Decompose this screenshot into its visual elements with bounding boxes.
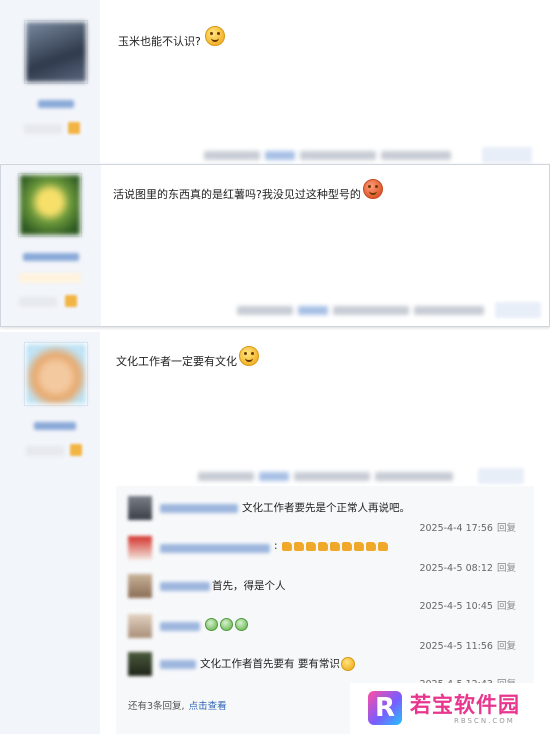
thumbs-up-icon bbox=[365, 541, 376, 551]
username[interactable] bbox=[23, 253, 79, 261]
avatar[interactable] bbox=[18, 173, 82, 237]
sub-reply-meta: 2025-4-4 17:56 回复 bbox=[419, 523, 516, 534]
level-label bbox=[26, 446, 64, 456]
username[interactable] bbox=[160, 544, 270, 553]
username[interactable] bbox=[160, 660, 196, 669]
thumbs-up-icon bbox=[305, 541, 316, 551]
sub-reply-button[interactable]: 回复 bbox=[497, 523, 516, 534]
post-content: 活说图里的东西真的是红薯吗?我没见过这种型号的 bbox=[101, 165, 549, 326]
more-replies: 还有3条回复, 点击查看 bbox=[128, 701, 227, 712]
level-badge-icon bbox=[70, 444, 82, 456]
reply-button[interactable] bbox=[482, 147, 532, 163]
thumbs-up-icon bbox=[293, 541, 304, 551]
grimace-emoji-icon bbox=[204, 26, 225, 46]
sub-reply-text: 文化工作者首先要有 要有常识 bbox=[200, 656, 356, 671]
thumbs-up-icon bbox=[353, 541, 364, 551]
avatar[interactable] bbox=[128, 496, 152, 520]
sub-reply-text: 文化工作者要先是个正常人再说吧。 bbox=[242, 502, 410, 514]
username[interactable] bbox=[160, 622, 200, 631]
sub-reply-item: 文化工作者要先是个正常人再说吧。 2025-4-4 17:56 回复 bbox=[128, 496, 528, 534]
level-label bbox=[24, 124, 62, 134]
username[interactable] bbox=[160, 582, 210, 591]
thumbs-up-icon bbox=[341, 541, 352, 551]
level-badge-icon bbox=[68, 122, 80, 134]
thumbs-up-icon bbox=[281, 541, 292, 551]
thumbs-up-icon bbox=[317, 541, 328, 551]
sub-reply-meta: 2025-4-5 10:45 回复 bbox=[419, 601, 516, 612]
crying-emoji-icon bbox=[205, 618, 218, 631]
post-message: 活说图里的东西真的是红薯吗?我没见过这种型号的 bbox=[113, 179, 383, 205]
post-meta bbox=[237, 306, 484, 315]
username[interactable] bbox=[160, 504, 238, 513]
post-floor-2: 活说图里的东西真的是红薯吗?我没见过这种型号的 bbox=[0, 164, 550, 327]
reply-button[interactable] bbox=[478, 468, 524, 484]
angry-emoji-icon bbox=[362, 179, 383, 199]
view-more-link[interactable]: 点击查看 bbox=[189, 701, 227, 712]
avatar[interactable] bbox=[128, 536, 152, 560]
reply-button[interactable] bbox=[495, 302, 541, 318]
watermark-url: RBSCN.COM bbox=[454, 717, 515, 725]
smile-emoji-icon bbox=[340, 657, 355, 671]
avatar[interactable] bbox=[24, 342, 88, 406]
post-message: 文化工作者一定要有文化 bbox=[116, 346, 259, 372]
sub-reply-item: 首先，得是个人 2025-4-5 10:45 回复 bbox=[128, 574, 528, 612]
sub-reply-item: : 2025-4-5 08:12 回复 bbox=[128, 536, 528, 574]
sub-reply-text bbox=[204, 618, 249, 631]
username[interactable] bbox=[38, 100, 74, 108]
thumbs-up-icon bbox=[329, 541, 340, 551]
crying-emoji-icon bbox=[220, 618, 233, 631]
sub-reply-button[interactable]: 回复 bbox=[497, 563, 516, 574]
post-message: 玉米也能不认识? bbox=[118, 26, 225, 52]
post-floor-1: 玉米也能不认识? bbox=[0, 0, 550, 163]
smile-emoji-icon bbox=[239, 346, 259, 366]
site-logo-icon bbox=[368, 691, 402, 725]
sub-reply-item: 2025-4-5 11:56 回复 bbox=[128, 614, 528, 652]
avatar[interactable] bbox=[128, 574, 152, 598]
sub-reply-meta: 2025-4-5 08:12 回复 bbox=[419, 563, 516, 574]
avatar[interactable] bbox=[24, 20, 88, 84]
vip-label bbox=[19, 273, 81, 283]
author-sidebar bbox=[0, 332, 100, 734]
watermark-title: 若宝软件园 bbox=[410, 693, 520, 717]
site-watermark: 若宝软件园 RBSCN.COM bbox=[350, 683, 550, 734]
level-badge-icon bbox=[65, 295, 77, 307]
post-meta bbox=[204, 151, 451, 160]
sub-reply-text: : bbox=[274, 540, 389, 552]
crying-emoji-icon bbox=[235, 618, 248, 631]
post-meta bbox=[198, 472, 453, 481]
username[interactable] bbox=[34, 422, 76, 430]
sub-reply-text: 首先，得是个人 bbox=[212, 580, 286, 592]
sub-reply-button[interactable]: 回复 bbox=[497, 641, 516, 652]
thumbs-up-icon bbox=[377, 541, 388, 551]
sub-reply-button[interactable]: 回复 bbox=[497, 601, 516, 612]
author-sidebar bbox=[0, 0, 100, 163]
avatar[interactable] bbox=[128, 652, 152, 676]
author-sidebar bbox=[1, 165, 101, 326]
sub-reply-meta: 2025-4-5 11:56 回复 bbox=[419, 641, 516, 652]
post-content: 玉米也能不认识? bbox=[100, 0, 550, 163]
level-label bbox=[19, 297, 57, 307]
avatar[interactable] bbox=[128, 614, 152, 638]
